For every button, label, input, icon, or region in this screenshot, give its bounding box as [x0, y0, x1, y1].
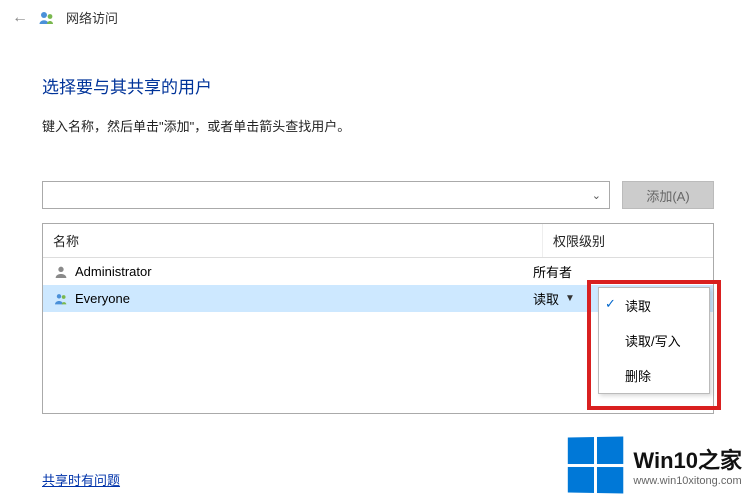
permission-menu: ✓ 读取 读取/写入 删除 — [598, 287, 710, 394]
menu-item-label: 读取/写入 — [625, 334, 681, 349]
page-heading: 选择要与其共享的用户 — [42, 73, 714, 98]
user-combo[interactable]: ⌄ — [42, 181, 610, 209]
table-body: Administrator 所有者 Everyone 读取 ▼ — [43, 258, 713, 413]
watermark-title: Win10之家 — [633, 443, 742, 475]
menu-item-label: 删除 — [625, 369, 651, 384]
content-area: 选择要与其共享的用户 键入名称，然后单击"添加"，或者单击箭头查找用户。 ⌄ 添… — [0, 35, 756, 414]
perm-label: 所有者 — [533, 262, 572, 281]
table-row[interactable]: Administrator 所有者 — [43, 258, 713, 285]
titlebar: ← 网络访问 — [0, 0, 756, 35]
cell-permission[interactable]: 所有者 — [533, 262, 703, 281]
user-icon — [53, 264, 69, 280]
menu-item-remove[interactable]: 删除 — [599, 358, 709, 393]
group-icon — [53, 291, 69, 307]
chevron-down-icon: ⌄ — [592, 189, 601, 202]
cell-name: Everyone — [53, 291, 533, 307]
table-header: 名称 权限级别 — [43, 224, 713, 258]
help-link[interactable]: 共享时有问题 — [42, 470, 120, 489]
permission-table: 名称 权限级别 Administrator 所有者 — [42, 223, 714, 414]
cell-name: Administrator — [53, 264, 533, 280]
perm-label: 读取 — [533, 289, 559, 308]
window-title: 网络访问 — [66, 8, 118, 27]
add-row: ⌄ 添加(A) — [42, 181, 714, 209]
menu-item-read[interactable]: ✓ 读取 — [599, 288, 709, 323]
instruction-text: 键入名称，然后单击"添加"，或者单击箭头查找用户。 — [42, 116, 714, 135]
col-name[interactable]: 名称 — [43, 224, 543, 257]
check-icon: ✓ — [605, 296, 616, 312]
back-icon[interactable]: ← — [12, 9, 28, 27]
watermark-url: www.win10xitong.com — [633, 475, 742, 487]
windows-logo-icon — [568, 436, 623, 493]
menu-item-read-write[interactable]: 读取/写入 — [599, 323, 709, 358]
user-name: Administrator — [75, 264, 152, 279]
add-button[interactable]: 添加(A) — [622, 181, 714, 209]
menu-item-label: 读取 — [625, 299, 651, 314]
user-name: Everyone — [75, 291, 130, 306]
people-icon — [38, 9, 56, 27]
col-permission[interactable]: 权限级别 — [543, 224, 713, 257]
chevron-down-icon: ▼ — [565, 293, 575, 304]
watermark-text: Win10之家 www.win10xitong.com — [633, 443, 742, 487]
watermark: Win10之家 www.win10xitong.com — [567, 437, 742, 493]
